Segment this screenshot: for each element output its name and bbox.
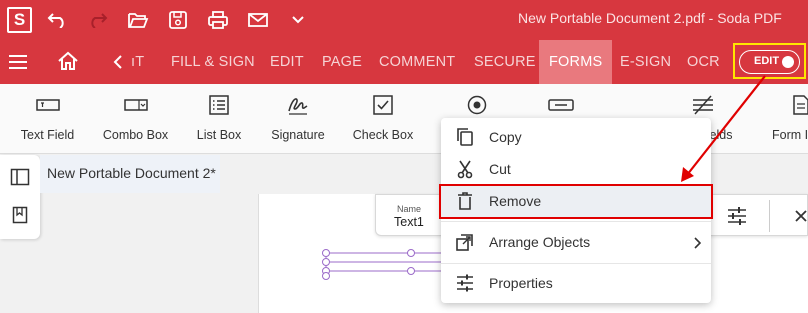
cut-icon — [455, 159, 475, 179]
radio-button-icon — [466, 92, 488, 118]
tab-convert[interactable]: ıT — [131, 40, 144, 84]
redo-icon[interactable] — [84, 8, 110, 32]
text-field-button[interactable]: Text Field — [20, 92, 75, 148]
soda-logo: S — [7, 7, 32, 33]
trash-icon — [455, 191, 475, 211]
print-icon[interactable] — [205, 8, 231, 32]
edit-toggle-highlight: EDIT — [733, 43, 806, 79]
bookmark-icon[interactable] — [12, 206, 28, 229]
list-box-button[interactable]: List Box — [196, 92, 242, 148]
hamburger-menu-icon[interactable] — [8, 54, 28, 75]
document-tab[interactable]: New Portable Document 2* — [40, 155, 220, 193]
field-name-label: Name — [397, 204, 422, 214]
chevron-right-icon — [693, 236, 702, 254]
email-icon[interactable] — [245, 8, 271, 32]
divider — [769, 200, 770, 232]
menu-item-cut[interactable]: Cut — [441, 153, 711, 185]
menu-item-copy[interactable]: Copy — [441, 121, 711, 153]
undo-icon[interactable] — [45, 8, 71, 32]
home-icon[interactable] — [57, 51, 79, 76]
open-folder-icon[interactable] — [125, 8, 151, 32]
panel-toggle-icon[interactable] — [10, 168, 30, 191]
form-icon — [792, 92, 808, 118]
edit-toggle-label: EDIT — [754, 55, 780, 67]
edit-mode-toggle[interactable]: EDIT — [739, 50, 800, 74]
menu-separator — [441, 263, 711, 264]
button-field-icon — [548, 92, 574, 118]
check-box-icon — [372, 92, 394, 118]
tab-ocr[interactable]: OCR — [687, 40, 720, 84]
signature-icon — [286, 92, 310, 118]
menu-separator — [441, 221, 711, 222]
list-box-icon — [208, 92, 230, 118]
chevron-down-icon[interactable] — [285, 8, 311, 32]
context-menu: Copy Cut Remove Arrange Objects Properti… — [441, 118, 711, 303]
check-box-button[interactable]: Check Box — [353, 92, 413, 148]
menu-item-arrange-objects[interactable]: Arrange Objects — [441, 226, 711, 258]
toggle-knob — [782, 56, 794, 68]
tab-e-sign[interactable]: E-SIGN — [620, 40, 671, 84]
text-field-icon — [35, 92, 60, 118]
signature-button[interactable]: Signature — [270, 92, 326, 148]
tab-fill-sign[interactable]: FILL & SIGN — [171, 40, 255, 84]
sliders-icon[interactable] — [726, 206, 748, 231]
document-tab-label: New Portable Document 2* — [47, 165, 216, 181]
menu-item-properties[interactable]: Properties — [441, 267, 711, 299]
window-title: New Portable Document 2.pdf - Soda PDF — [518, 10, 782, 26]
combo-box-button[interactable]: Combo Box — [103, 92, 168, 148]
left-side-panel — [0, 155, 40, 239]
title-bar: S New Portable Document 2.pdf - Soda PDF — [0, 0, 808, 40]
combo-box-icon — [123, 92, 148, 118]
tab-forms[interactable]: FORMS — [539, 40, 613, 84]
close-icon[interactable] — [794, 209, 808, 228]
save-icon[interactable] — [165, 8, 191, 32]
menu-item-remove[interactable]: Remove — [441, 185, 711, 217]
tab-secure[interactable]: SECURE — [474, 40, 536, 84]
tab-page[interactable]: PAGE — [322, 40, 362, 84]
field-name-value[interactable]: Text1 — [394, 215, 424, 229]
properties-icon — [455, 273, 475, 293]
tab-comment[interactable]: COMMENT — [379, 40, 455, 84]
form-button[interactable]: Form I — [770, 92, 808, 148]
copy-icon — [455, 127, 475, 147]
tab-edit[interactable]: EDIT — [270, 40, 304, 84]
chevron-left-icon[interactable] — [113, 54, 123, 75]
fields-icon — [690, 92, 716, 118]
menu-bar: ıT FILL & SIGN EDIT PAGE COMMENT SECURE … — [0, 40, 808, 84]
arrange-objects-icon — [455, 232, 475, 252]
